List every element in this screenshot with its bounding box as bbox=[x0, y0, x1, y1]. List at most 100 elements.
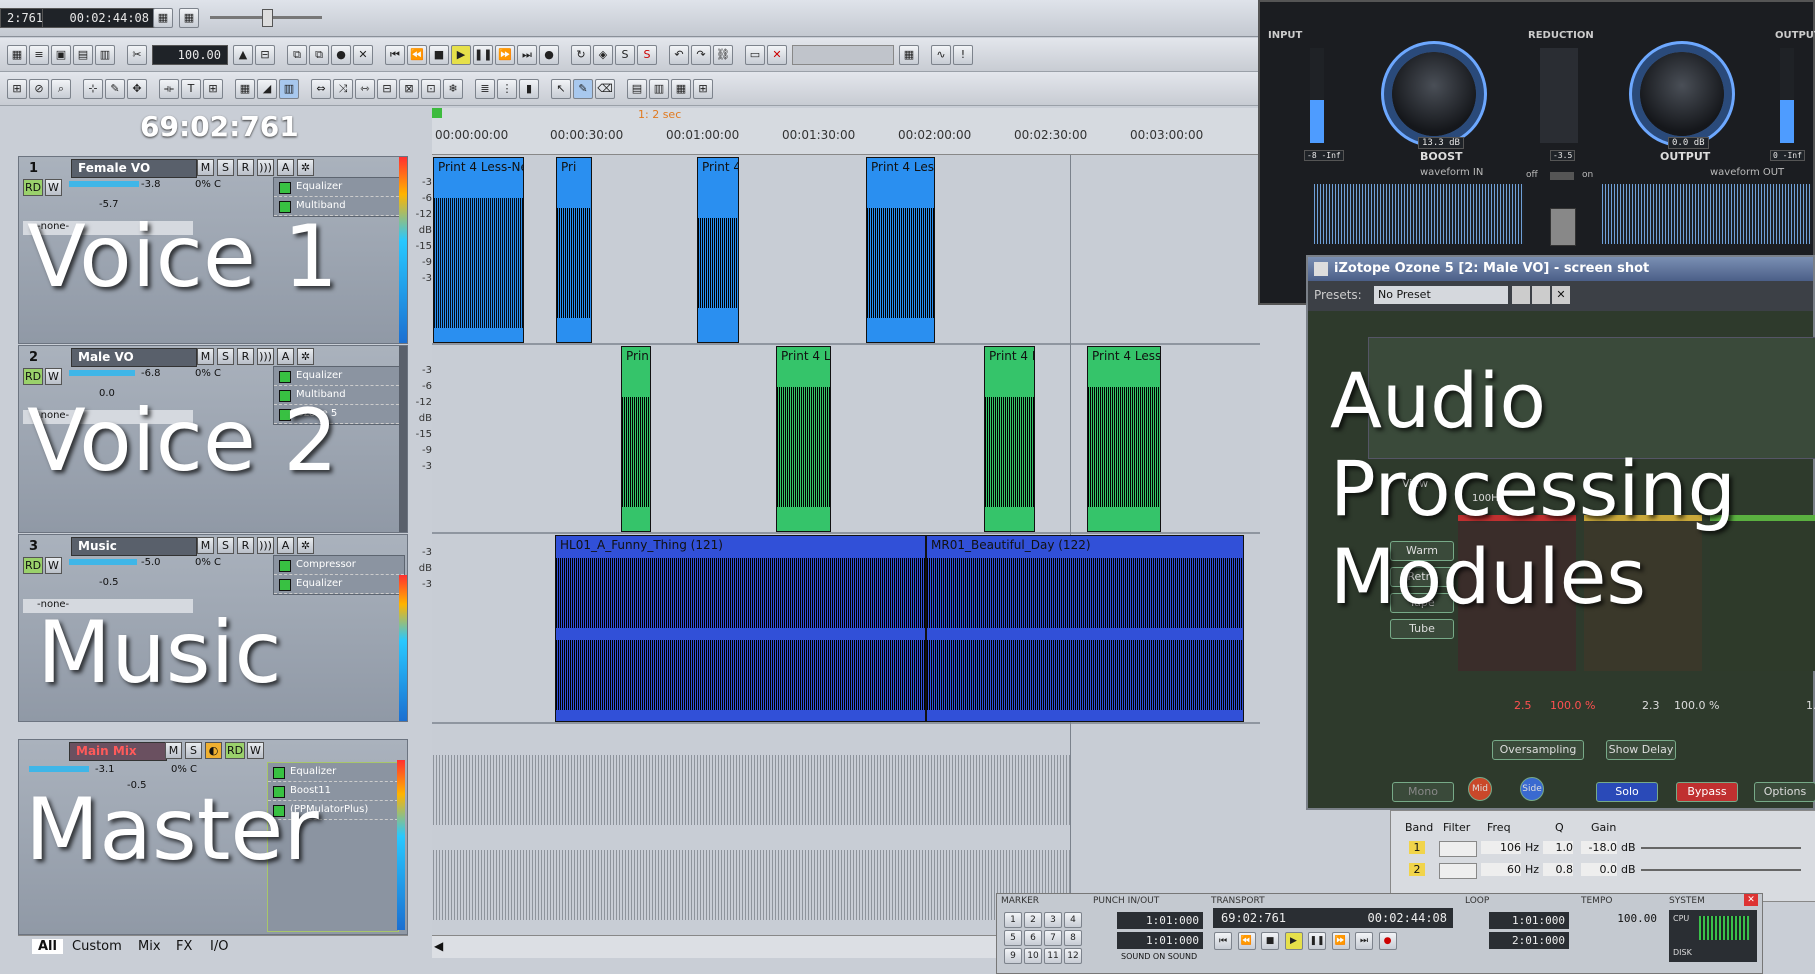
punch-in-time[interactable]: 1:01:000 bbox=[1117, 912, 1203, 929]
ruler-marker[interactable]: 1: 2 sec bbox=[638, 108, 681, 121]
punch-out-time[interactable]: 1:01:000 bbox=[1117, 932, 1203, 949]
zoom-slider-handle[interactable] bbox=[262, 9, 273, 27]
mono-icon[interactable]: ◐ bbox=[205, 742, 222, 759]
options-button[interactable]: Options bbox=[1754, 782, 1815, 802]
automation-button[interactable]: A bbox=[277, 537, 294, 554]
audio-clip[interactable]: MR01_Beautiful_Day (122) bbox=[926, 535, 1244, 722]
read-automation-button[interactable]: RD bbox=[23, 557, 43, 574]
stop-icon[interactable]: ■ bbox=[1261, 932, 1279, 950]
audio-clip[interactable]: Prin bbox=[621, 346, 651, 532]
read-automation-button[interactable]: RD bbox=[23, 179, 43, 196]
mixer-icon[interactable]: ⊞ bbox=[693, 78, 713, 99]
loop-icon[interactable]: ↻ bbox=[571, 44, 591, 65]
eq-band-number[interactable]: 1 bbox=[1409, 841, 1425, 854]
bypass-button[interactable]: Bypass bbox=[1676, 782, 1738, 802]
fx-icon[interactable]: ✲ bbox=[297, 159, 314, 176]
marker-key[interactable]: 10 bbox=[1024, 948, 1042, 964]
settings-icon[interactable]: ▦ bbox=[153, 8, 173, 28]
rewind-icon[interactable]: ⏪ bbox=[1237, 932, 1256, 950]
read-automation-button[interactable]: RD bbox=[225, 742, 245, 759]
nudge-icon[interactable]: ⇔ bbox=[311, 78, 331, 99]
grid-icon[interactable]: ▦ bbox=[179, 8, 199, 28]
preset-nav-icon[interactable] bbox=[1512, 286, 1530, 304]
play-icon[interactable]: ▶ bbox=[451, 44, 471, 65]
boost-knob[interactable] bbox=[1392, 52, 1476, 136]
tab-custom[interactable]: Custom bbox=[72, 939, 122, 954]
eq-band-number[interactable]: 2 bbox=[1409, 863, 1425, 876]
read-automation-button[interactable]: RD bbox=[23, 368, 43, 385]
volume-slider[interactable] bbox=[69, 370, 135, 376]
go-end-icon[interactable]: ⏭ bbox=[517, 44, 537, 65]
play-icon[interactable]: ▶ bbox=[1284, 932, 1303, 950]
grid-small-icon[interactable]: ⊞ bbox=[203, 78, 223, 99]
input-echo-icon[interactable]: ))) bbox=[257, 348, 274, 365]
close-icon[interactable]: ✕ bbox=[1552, 286, 1570, 304]
marker-key[interactable]: 8 bbox=[1064, 930, 1082, 946]
fx-slot[interactable]: Equalizer bbox=[274, 575, 404, 594]
wave-icon[interactable]: ∿ bbox=[931, 44, 951, 65]
list-view-icon[interactable]: ≣ bbox=[475, 78, 495, 99]
audio-clip[interactable]: HL01_A_Funny_Thing (121) bbox=[555, 535, 926, 722]
eq-gain-slider[interactable] bbox=[1641, 847, 1801, 849]
grid-icon[interactable]: ▦ bbox=[7, 44, 27, 65]
zoom-tool-icon[interactable]: ⌕ bbox=[51, 78, 71, 99]
audio-clip[interactable]: Print 4 L bbox=[776, 346, 831, 532]
mute-button[interactable]: M bbox=[165, 742, 182, 759]
crossfade-icon[interactable]: ⤨ bbox=[333, 78, 353, 99]
workspace-select[interactable] bbox=[792, 44, 894, 65]
eq-freq[interactable]: 106 bbox=[1481, 841, 1521, 854]
marker-key[interactable]: 11 bbox=[1044, 948, 1062, 964]
pause-icon[interactable]: ❚❚ bbox=[473, 44, 493, 65]
automation-button[interactable]: A bbox=[277, 348, 294, 365]
snap-icon[interactable]: ⊟ bbox=[255, 44, 275, 65]
input-echo-icon[interactable]: ))) bbox=[257, 537, 274, 554]
write-automation-button[interactable]: W bbox=[45, 557, 62, 574]
audio-clip[interactable]: Print 4 L bbox=[984, 346, 1035, 532]
fx-icon[interactable]: ✲ bbox=[297, 348, 314, 365]
text-icon[interactable]: T bbox=[181, 78, 201, 99]
preset-select[interactable]: No Preset bbox=[1374, 286, 1508, 304]
pause-icon[interactable]: ❚❚ bbox=[1308, 932, 1326, 950]
audio-clip[interactable]: Print 4 Less bbox=[1087, 346, 1161, 532]
marker-key[interactable]: 7 bbox=[1044, 930, 1062, 946]
tab-all[interactable]: All bbox=[32, 939, 63, 954]
eq-q[interactable]: 1.0 bbox=[1543, 841, 1573, 854]
write-automation-button[interactable]: W bbox=[45, 179, 62, 196]
track-name[interactable]: Male VO bbox=[71, 348, 197, 367]
metronome-icon[interactable]: ◈ bbox=[593, 44, 613, 65]
s-red-icon[interactable]: S bbox=[637, 44, 657, 65]
slip-icon[interactable]: ⊠ bbox=[399, 78, 419, 99]
tab-fx[interactable]: FX bbox=[176, 939, 192, 954]
audio-clip[interactable]: Print 4 Les bbox=[866, 157, 935, 343]
layout-icon[interactable]: ▦ bbox=[899, 44, 919, 65]
audio-clip[interactable]: Pri bbox=[556, 157, 592, 343]
marker-key[interactable]: 6 bbox=[1024, 930, 1042, 946]
show-delay-button[interactable]: Show Delay bbox=[1606, 740, 1676, 760]
move-tool-icon[interactable]: ✥ bbox=[127, 78, 147, 99]
marker-key[interactable]: 4 bbox=[1064, 912, 1082, 928]
freeze-icon[interactable]: ❄ bbox=[443, 78, 463, 99]
rewind-icon[interactable]: ⏪ bbox=[407, 44, 427, 65]
write-automation-button[interactable]: W bbox=[45, 368, 62, 385]
input-echo-icon[interactable]: ))) bbox=[257, 159, 274, 176]
output-knob[interactable] bbox=[1640, 52, 1724, 136]
track-name[interactable]: Music bbox=[71, 537, 197, 556]
fade-icon[interactable]: ◢ bbox=[257, 78, 277, 99]
console-icon[interactable]: ▤ bbox=[627, 78, 647, 99]
align-icon[interactable]: ⊟ bbox=[377, 78, 397, 99]
piano-icon[interactable]: ▦ bbox=[671, 78, 691, 99]
marker-key[interactable]: 2 bbox=[1024, 912, 1042, 928]
tree-view-icon[interactable]: ⋮ bbox=[497, 78, 517, 99]
eq-gain-slider[interactable] bbox=[1641, 869, 1801, 871]
scrub-tool-icon[interactable]: ⊘ bbox=[29, 78, 49, 99]
eraser-icon[interactable]: ⌫ bbox=[595, 78, 615, 99]
onoff-toggle[interactable] bbox=[1550, 172, 1574, 180]
mono-button[interactable]: Mono bbox=[1392, 782, 1454, 802]
paste-icon[interactable]: ⧉ bbox=[309, 44, 329, 65]
split-icon[interactable]: ⟛ bbox=[159, 78, 179, 99]
loop-start-flag[interactable] bbox=[432, 108, 442, 118]
fx-slot[interactable]: Equalizer bbox=[274, 367, 404, 386]
loop-start-time[interactable]: 1:01:000 bbox=[1489, 912, 1569, 929]
record-arm-button[interactable]: R bbox=[237, 159, 254, 176]
eq-gain[interactable]: -18.0 bbox=[1581, 841, 1617, 854]
